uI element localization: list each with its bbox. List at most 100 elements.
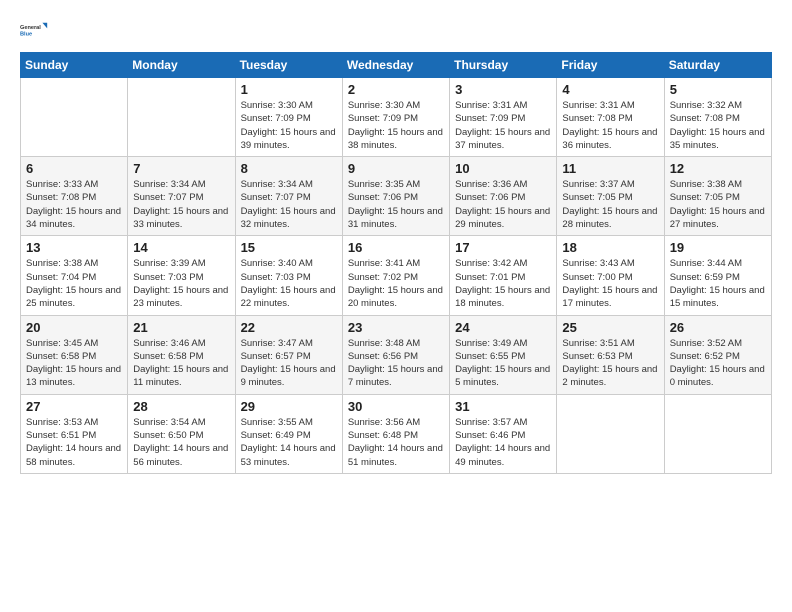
calendar-cell: 6 Sunrise: 3:33 AMSunset: 7:08 PMDaylight… <box>21 157 128 236</box>
calendar-cell <box>21 78 128 157</box>
calendar-cell: 12Sunrise: 3:38 AMSunset: 7:05 PMDayligh… <box>664 157 771 236</box>
week-row-5: 27 Sunrise: 3:53 AMSunset: 6:51 PMDayligh… <box>21 394 772 473</box>
day-info: Sunrise: 3:37 AMSunset: 7:05 PMDaylight:… <box>562 178 658 231</box>
week-row-2: 6 Sunrise: 3:33 AMSunset: 7:08 PMDaylight… <box>21 157 772 236</box>
day-number: 5 <box>670 82 766 97</box>
day-info: Sunrise: 3:55 AMSunset: 6:49 PMDaylight:… <box>241 416 337 469</box>
day-info: Sunrise: 3:33 AMSunset: 7:08 PMDaylight:… <box>26 178 122 231</box>
calendar-cell: 16Sunrise: 3:41 AMSunset: 7:02 PMDayligh… <box>342 236 449 315</box>
day-number: 29 <box>241 399 337 414</box>
calendar-cell: 7 Sunrise: 3:34 AMSunset: 7:07 PMDaylight… <box>128 157 235 236</box>
calendar-cell: 22Sunrise: 3:47 AMSunset: 6:57 PMDayligh… <box>235 315 342 394</box>
day-info: Sunrise: 3:34 AMSunset: 7:07 PMDaylight:… <box>133 178 229 231</box>
day-info: Sunrise: 3:47 AMSunset: 6:57 PMDaylight:… <box>241 337 337 390</box>
calendar-cell: 10 Sunrise: 3:36 AMSunset: 7:06 PMDayligh… <box>450 157 557 236</box>
calendar-cell <box>128 78 235 157</box>
calendar-cell <box>557 394 664 473</box>
calendar-cell <box>664 394 771 473</box>
weekday-header-friday: Friday <box>557 53 664 78</box>
day-info: Sunrise: 3:46 AMSunset: 6:58 PMDaylight:… <box>133 337 229 390</box>
calendar-cell: 8 Sunrise: 3:34 AMSunset: 7:07 PMDaylight… <box>235 157 342 236</box>
day-number: 8 <box>241 161 337 176</box>
calendar-cell: 17 Sunrise: 3:42 AMSunset: 7:01 PMDayligh… <box>450 236 557 315</box>
calendar-cell: 18 Sunrise: 3:43 AMSunset: 7:00 PMDayligh… <box>557 236 664 315</box>
day-info: Sunrise: 3:53 AMSunset: 6:51 PMDaylight:… <box>26 416 122 469</box>
day-info: Sunrise: 3:42 AMSunset: 7:01 PMDaylight:… <box>455 257 551 310</box>
day-number: 1 <box>241 82 337 97</box>
day-info: Sunrise: 3:36 AMSunset: 7:06 PMDaylight:… <box>455 178 551 231</box>
day-number: 3 <box>455 82 551 97</box>
day-number: 13 <box>26 240 122 255</box>
day-number: 21 <box>133 320 229 335</box>
day-info: Sunrise: 3:35 AMSunset: 7:06 PMDaylight:… <box>348 178 444 231</box>
logo: GeneralBlue <box>20 16 48 44</box>
week-row-4: 20 Sunrise: 3:45 AMSunset: 6:58 PMDayligh… <box>21 315 772 394</box>
day-info: Sunrise: 3:57 AMSunset: 6:46 PMDaylight:… <box>455 416 551 469</box>
day-info: Sunrise: 3:52 AMSunset: 6:52 PMDaylight:… <box>670 337 766 390</box>
day-number: 18 <box>562 240 658 255</box>
day-number: 28 <box>133 399 229 414</box>
day-number: 27 <box>26 399 122 414</box>
day-info: Sunrise: 3:43 AMSunset: 7:00 PMDaylight:… <box>562 257 658 310</box>
day-info: Sunrise: 3:31 AMSunset: 7:09 PMDaylight:… <box>455 99 551 152</box>
calendar-cell: 19 Sunrise: 3:44 AMSunset: 6:59 PMDayligh… <box>664 236 771 315</box>
weekday-header-saturday: Saturday <box>664 53 771 78</box>
day-info: Sunrise: 3:48 AMSunset: 6:56 PMDaylight:… <box>348 337 444 390</box>
day-number: 24 <box>455 320 551 335</box>
day-number: 23 <box>348 320 444 335</box>
calendar-cell: 20 Sunrise: 3:45 AMSunset: 6:58 PMDayligh… <box>21 315 128 394</box>
day-info: Sunrise: 3:30 AMSunset: 7:09 PMDaylight:… <box>348 99 444 152</box>
day-number: 14 <box>133 240 229 255</box>
day-number: 2 <box>348 82 444 97</box>
calendar-cell: 4 Sunrise: 3:31 AMSunset: 7:08 PMDaylight… <box>557 78 664 157</box>
day-info: Sunrise: 3:34 AMSunset: 7:07 PMDaylight:… <box>241 178 337 231</box>
day-number: 10 <box>455 161 551 176</box>
calendar-cell: 28 Sunrise: 3:54 AMSunset: 6:50 PMDayligh… <box>128 394 235 473</box>
week-row-3: 13 Sunrise: 3:38 AMSunset: 7:04 PMDayligh… <box>21 236 772 315</box>
day-info: Sunrise: 3:32 AMSunset: 7:08 PMDaylight:… <box>670 99 766 152</box>
day-info: Sunrise: 3:54 AMSunset: 6:50 PMDaylight:… <box>133 416 229 469</box>
day-number: 15 <box>241 240 337 255</box>
day-number: 9 <box>348 161 444 176</box>
day-info: Sunrise: 3:38 AMSunset: 7:04 PMDaylight:… <box>26 257 122 310</box>
day-number: 30 <box>348 399 444 414</box>
day-number: 7 <box>133 161 229 176</box>
day-info: Sunrise: 3:31 AMSunset: 7:08 PMDaylight:… <box>562 99 658 152</box>
calendar-cell: 1 Sunrise: 3:30 AMSunset: 7:09 PMDaylight… <box>235 78 342 157</box>
weekday-header-sunday: Sunday <box>21 53 128 78</box>
calendar-cell: 13 Sunrise: 3:38 AMSunset: 7:04 PMDayligh… <box>21 236 128 315</box>
day-info: Sunrise: 3:40 AMSunset: 7:03 PMDaylight:… <box>241 257 337 310</box>
weekday-header-wednesday: Wednesday <box>342 53 449 78</box>
weekday-header-monday: Monday <box>128 53 235 78</box>
day-number: 4 <box>562 82 658 97</box>
day-number: 6 <box>26 161 122 176</box>
calendar-cell: 31Sunrise: 3:57 AMSunset: 6:46 PMDayligh… <box>450 394 557 473</box>
day-info: Sunrise: 3:30 AMSunset: 7:09 PMDaylight:… <box>241 99 337 152</box>
day-info: Sunrise: 3:56 AMSunset: 6:48 PMDaylight:… <box>348 416 444 469</box>
calendar-cell: 27 Sunrise: 3:53 AMSunset: 6:51 PMDayligh… <box>21 394 128 473</box>
day-number: 11 <box>562 161 658 176</box>
calendar-cell: 24 Sunrise: 3:49 AMSunset: 6:55 PMDayligh… <box>450 315 557 394</box>
weekday-header-tuesday: Tuesday <box>235 53 342 78</box>
day-info: Sunrise: 3:39 AMSunset: 7:03 PMDaylight:… <box>133 257 229 310</box>
day-number: 17 <box>455 240 551 255</box>
calendar-cell: 9 Sunrise: 3:35 AMSunset: 7:06 PMDaylight… <box>342 157 449 236</box>
day-number: 25 <box>562 320 658 335</box>
header: GeneralBlue <box>20 16 772 44</box>
calendar-cell: 3 Sunrise: 3:31 AMSunset: 7:09 PMDaylight… <box>450 78 557 157</box>
calendar-cell: 14 Sunrise: 3:39 AMSunset: 7:03 PMDayligh… <box>128 236 235 315</box>
weekday-header-row: SundayMondayTuesdayWednesdayThursdayFrid… <box>21 53 772 78</box>
day-number: 19 <box>670 240 766 255</box>
day-info: Sunrise: 3:44 AMSunset: 6:59 PMDaylight:… <box>670 257 766 310</box>
day-info: Sunrise: 3:45 AMSunset: 6:58 PMDaylight:… <box>26 337 122 390</box>
day-number: 20 <box>26 320 122 335</box>
calendar-cell: 29 Sunrise: 3:55 AMSunset: 6:49 PMDayligh… <box>235 394 342 473</box>
calendar-table: SundayMondayTuesdayWednesdayThursdayFrid… <box>20 52 772 474</box>
calendar-cell: 23 Sunrise: 3:48 AMSunset: 6:56 PMDayligh… <box>342 315 449 394</box>
day-number: 16 <box>348 240 444 255</box>
calendar-cell: 5 Sunrise: 3:32 AMSunset: 7:08 PMDaylight… <box>664 78 771 157</box>
day-number: 26 <box>670 320 766 335</box>
day-info: Sunrise: 3:49 AMSunset: 6:55 PMDaylight:… <box>455 337 551 390</box>
calendar-cell: 21 Sunrise: 3:46 AMSunset: 6:58 PMDayligh… <box>128 315 235 394</box>
calendar-cell: 2 Sunrise: 3:30 AMSunset: 7:09 PMDaylight… <box>342 78 449 157</box>
